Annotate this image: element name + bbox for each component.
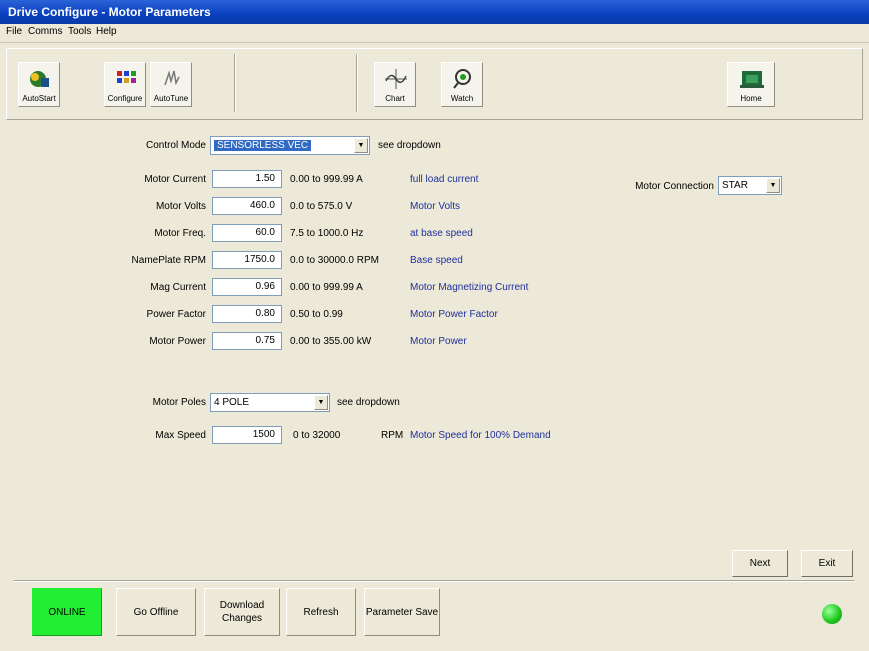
exit-button[interactable]: Exit xyxy=(801,550,853,577)
configure-icon xyxy=(105,67,145,91)
configure-button[interactable]: Configure xyxy=(104,62,146,107)
autotune-label: AutoTune xyxy=(153,94,189,103)
param-description: Motor Magnetizing Current xyxy=(410,282,529,293)
window-title: Drive Configure - Motor Parameters xyxy=(0,0,869,24)
param-label-motor-volts: Motor Volts xyxy=(155,201,206,212)
param-description: Motor Volts xyxy=(410,201,461,212)
status-led-icon xyxy=(822,604,842,624)
max-speed-field[interactable]: 1500 xyxy=(212,426,282,444)
motor-connection-select[interactable]: STAR ▼ xyxy=(718,176,782,195)
param-label-motor-current: Motor Current xyxy=(144,174,206,185)
autotune-button[interactable]: AutoTune xyxy=(150,62,192,107)
param-range: 0.0 to 575.0 V xyxy=(290,201,353,212)
motor-volts-field[interactable]: 460.0 xyxy=(212,197,282,215)
menu-comms[interactable]: Comms xyxy=(28,26,62,37)
param-label-power-factor: Power Factor xyxy=(146,309,206,320)
chart-icon xyxy=(375,67,415,91)
max-speed-range: 0 to 32000 xyxy=(293,430,341,441)
autostart-icon xyxy=(19,67,59,91)
param-range: 0.00 to 355.00 kW xyxy=(290,336,372,347)
param-description: full load current xyxy=(410,174,479,185)
toolbar-separator xyxy=(234,54,236,112)
param-range: 0.0 to 30000.0 RPM xyxy=(290,255,379,266)
param-description: Motor Power Factor xyxy=(410,309,498,320)
param-range: 0.00 to 999.99 A xyxy=(290,174,363,185)
refresh-button[interactable]: Refresh xyxy=(286,588,356,636)
watch-label: Watch xyxy=(450,94,474,103)
motor-power-field[interactable]: 0.75 xyxy=(212,332,282,350)
go-offline-button[interactable]: Go Offline xyxy=(116,588,196,636)
param-label-motor-freq: Motor Freq. xyxy=(154,228,206,239)
chevron-down-icon[interactable]: ▼ xyxy=(314,395,328,410)
param-label-motor-power: Motor Power xyxy=(149,336,206,347)
chart-button[interactable]: Chart xyxy=(374,62,416,107)
max-speed-unit: RPM xyxy=(381,430,404,441)
param-description: Motor Power xyxy=(410,336,467,347)
nameplate-rpm-field[interactable]: 1750.0 xyxy=(212,251,282,269)
divider xyxy=(14,580,854,582)
max-speed-label: Max Speed xyxy=(155,430,206,441)
chart-label: Chart xyxy=(385,94,405,103)
max-speed-description: Motor Speed for 100% Demand xyxy=(410,430,551,441)
home-label: Home xyxy=(740,94,762,103)
menu-bar: File Comms Tools Help xyxy=(0,24,869,43)
motor-poles-label: Motor Poles xyxy=(152,397,206,408)
motor-freq-field[interactable]: 60.0 xyxy=(212,224,282,242)
parameter-save-button[interactable]: Parameter Save xyxy=(364,588,440,636)
home-icon xyxy=(728,67,774,91)
autostart-button[interactable]: AutoStart xyxy=(18,62,60,107)
motor-poles-hint: see dropdown xyxy=(337,397,400,408)
motor-connection-value: STAR xyxy=(722,180,748,191)
power-factor-field[interactable]: 0.80 xyxy=(212,305,282,323)
menu-file[interactable]: File xyxy=(6,26,22,37)
online-status: ONLINE xyxy=(32,588,102,636)
home-button[interactable]: Home xyxy=(727,62,775,107)
param-range: 7.5 to 1000.0 Hz xyxy=(290,228,364,239)
param-range: 0.50 to 0.99 xyxy=(290,309,343,320)
menu-help[interactable]: Help xyxy=(96,26,117,37)
motor-current-field[interactable]: 1.50 xyxy=(212,170,282,188)
param-label-nameplate-rpm: NamePlate RPM xyxy=(131,255,206,266)
param-description: Base speed xyxy=(410,255,463,266)
watch-button[interactable]: Watch xyxy=(441,62,483,107)
control-mode-hint: see dropdown xyxy=(378,140,441,151)
motor-connection-label: Motor Connection xyxy=(635,181,714,192)
control-mode-value: SENSORLESS VEC xyxy=(214,140,312,151)
param-label-mag-current: Mag Current xyxy=(150,282,206,293)
param-description: at base speed xyxy=(410,228,473,239)
menu-tools[interactable]: Tools xyxy=(68,26,91,37)
toolbar-separator xyxy=(356,54,358,112)
control-mode-label: Control Mode xyxy=(145,140,206,151)
autotune-icon xyxy=(151,67,191,91)
watch-icon xyxy=(442,67,482,91)
control-mode-select[interactable]: SENSORLESS VEC ▼ xyxy=(210,136,370,155)
download-changes-button[interactable]: Download Changes xyxy=(204,588,280,636)
autostart-label: AutoStart xyxy=(22,94,56,103)
mag-current-field[interactable]: 0.96 xyxy=(212,278,282,296)
motor-poles-value: 4 POLE xyxy=(214,397,250,408)
chevron-down-icon[interactable]: ▼ xyxy=(354,138,368,153)
param-range: 0.00 to 999.99 A xyxy=(290,282,363,293)
motor-poles-select[interactable]: 4 POLE ▼ xyxy=(210,393,330,412)
chevron-down-icon[interactable]: ▼ xyxy=(766,178,780,193)
configure-label: Configure xyxy=(107,94,143,103)
next-button[interactable]: Next xyxy=(732,550,788,577)
